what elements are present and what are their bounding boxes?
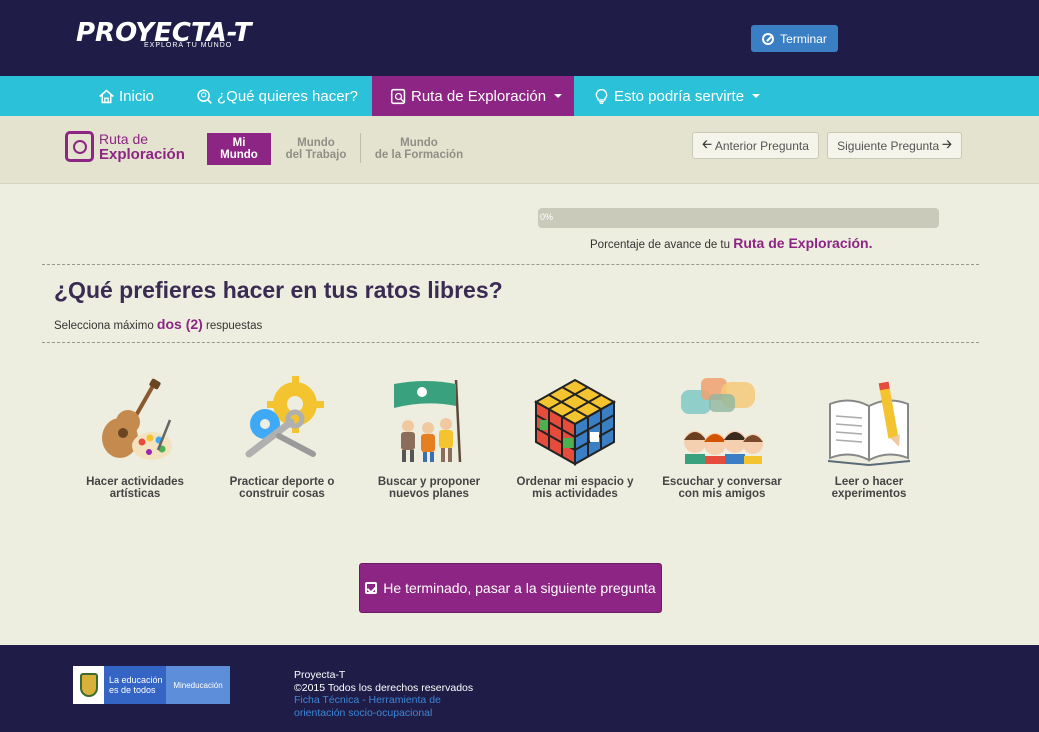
- option-label-line2: experimentos: [831, 488, 907, 500]
- route-icon: [390, 88, 406, 104]
- book-pencil-icon: [828, 381, 910, 466]
- divider: [42, 264, 979, 265]
- divider: [42, 342, 979, 343]
- previous-question-button[interactable]: 🡠 Anterior Pregunta: [692, 132, 819, 159]
- ruta-logo-line1: Ruta de: [99, 131, 149, 147]
- option-label-line2: nuevos planes: [389, 488, 469, 500]
- next-question-label: Siguiente Pregunta: [837, 138, 940, 153]
- tab-mundo-del-trabajo[interactable]: Mundo del Trabajo: [279, 133, 353, 165]
- tab-label-line1: Mundo: [400, 137, 438, 149]
- gears-wrench-icon: [245, 376, 324, 458]
- check-square-icon: [365, 582, 378, 594]
- footer-info: Proyecta-T ©2015 Todos los derechos rese…: [294, 669, 473, 719]
- option-label-line2: artísticas: [109, 488, 161, 500]
- previous-question-label: Anterior Pregunta: [714, 138, 809, 153]
- tab-label-line2: Mundo: [220, 149, 258, 161]
- logo-mineducacion-text: Mineducación: [166, 666, 230, 704]
- footer-tech-sheet-link[interactable]: Ficha Técnica - Herramienta de orientaci…: [294, 694, 473, 719]
- progress-caption-text: Porcentaje de avance de tu: [590, 239, 731, 251]
- rubiks-cube-icon: [533, 378, 617, 466]
- footer-copyright: ©2015 Todos los derechos reservados: [294, 681, 474, 694]
- option-label-line2: construir cosas: [239, 488, 325, 500]
- nav-item-label: Esto podría servirte: [614, 87, 745, 105]
- finish-button[interactable]: Terminar: [751, 25, 838, 52]
- logo-tagline: EXPLORA TU MUNDO: [144, 42, 233, 49]
- mineducacion-logo[interactable]: La educación es de todos Mineducación: [73, 666, 230, 704]
- option-label-line1: Ordenar mi espacio y: [516, 476, 634, 488]
- nav-item-inicio[interactable]: Inicio: [98, 76, 154, 116]
- main-nav: Inicio ¿Qué quieres hacer? Ruta de Explo…: [0, 76, 1039, 116]
- finish-button-label: Terminar: [780, 31, 827, 46]
- tab-mundo-de-la-formacion[interactable]: Mundo de la Formación: [368, 133, 470, 165]
- option-label-line2: con mis amigos: [678, 488, 766, 500]
- progress-caption: Porcentaje de avance de tu Ruta de Explo…: [590, 235, 872, 251]
- option-actividades-artisticas[interactable]: Hacer actividades artísticas: [70, 376, 200, 506]
- search-bulb-icon: [197, 88, 212, 104]
- submit-answer-button[interactable]: He terminado, pasar a la siguiente pregu…: [359, 563, 662, 613]
- tab-label-line2: del Trabajo: [285, 149, 347, 161]
- home-icon: [99, 89, 114, 103]
- submit-answer-label: He terminado, pasar a la siguiente pregu…: [383, 580, 656, 596]
- lightbulb-icon: [595, 88, 608, 104]
- instruction-post: respuestas: [206, 320, 263, 332]
- option-ordenar-espacio[interactable]: Ordenar mi espacio y mis actividades: [510, 376, 640, 506]
- arrow-left-icon: 🡠: [702, 137, 712, 151]
- route-icon: [65, 131, 94, 162]
- footer-link-line1: Ficha Técnica - Herramienta de: [294, 694, 441, 706]
- caret-down-icon: [554, 94, 563, 98]
- ruta-logo-line2: Exploración: [99, 146, 185, 163]
- option-buscar-proponer[interactable]: Buscar y proponer nuevos planes: [364, 376, 494, 506]
- ruta-exploracion-logo: Ruta de Exploración: [65, 131, 185, 163]
- instruction-bold: dos (2): [156, 316, 203, 332]
- tab-label-line1: Mi: [232, 137, 246, 149]
- tab-label-line1: Mundo: [297, 137, 335, 149]
- nav-item-label: ¿Qué quieres hacer?: [217, 87, 358, 105]
- option-label-line1: Practicar deporte o: [229, 476, 335, 488]
- option-label-line2: mis actividades: [532, 488, 618, 500]
- tab-mi-mundo[interactable]: Mi Mundo: [207, 133, 271, 165]
- instruction-pre: Selecciona máximo: [54, 320, 154, 332]
- progress-caption-bold: Ruta de Exploración.: [733, 235, 873, 251]
- progress-percent: 0%: [540, 212, 554, 222]
- footer-site-name: Proyecta-T: [294, 669, 346, 681]
- option-label-line1: Escuchar y conversar: [662, 476, 782, 488]
- tab-divider: [360, 133, 361, 163]
- option-leer-experimentos[interactable]: Leer o hacer experimentos: [804, 376, 934, 506]
- friends-chat-icon: [681, 378, 763, 464]
- option-label-line1: Hacer actividades: [86, 476, 184, 488]
- caret-down-icon: [752, 94, 761, 98]
- question-instruction: Selecciona máximo dos (2) respuestas: [54, 316, 262, 332]
- footer-link-line2: orientación socio-ocupacional: [294, 706, 433, 719]
- nav-item-label: Ruta de Exploración: [411, 87, 547, 105]
- explorers-flag-icon: [394, 379, 462, 463]
- arrow-right-icon: 🡢: [942, 137, 952, 151]
- nav-item-ruta-exploracion[interactable]: Ruta de Exploración: [372, 76, 574, 116]
- nav-item-label: Inicio: [119, 87, 155, 105]
- coat-of-arms-icon: [73, 666, 104, 704]
- guitar-palette-icon: [102, 378, 172, 460]
- option-deporte-construir[interactable]: Practicar deporte o construir cosas: [217, 376, 347, 506]
- option-label-line1: Leer o hacer: [834, 476, 904, 488]
- nav-item-que-quieres-hacer[interactable]: ¿Qué quieres hacer?: [196, 76, 358, 116]
- question-title: ¿Qué prefieres hacer en tus ratos libres…: [54, 277, 503, 303]
- nav-item-esto-podria-servirte[interactable]: Esto podría servirte: [593, 76, 761, 116]
- option-label-line1: Buscar y proponer: [377, 476, 481, 488]
- logo-education-text: La educación es de todos: [104, 666, 166, 704]
- ban-icon: [762, 32, 775, 45]
- progress-bar: 0%: [538, 208, 939, 228]
- proyecta-t-logo[interactable]: PROYECTA-T EXPLORA TU MUNDO: [76, 20, 252, 49]
- option-escuchar-conversar[interactable]: Escuchar y conversar con mis amigos: [657, 376, 787, 506]
- tab-label-line2: de la Formación: [374, 149, 464, 161]
- next-question-button[interactable]: Siguiente Pregunta 🡢: [827, 132, 962, 159]
